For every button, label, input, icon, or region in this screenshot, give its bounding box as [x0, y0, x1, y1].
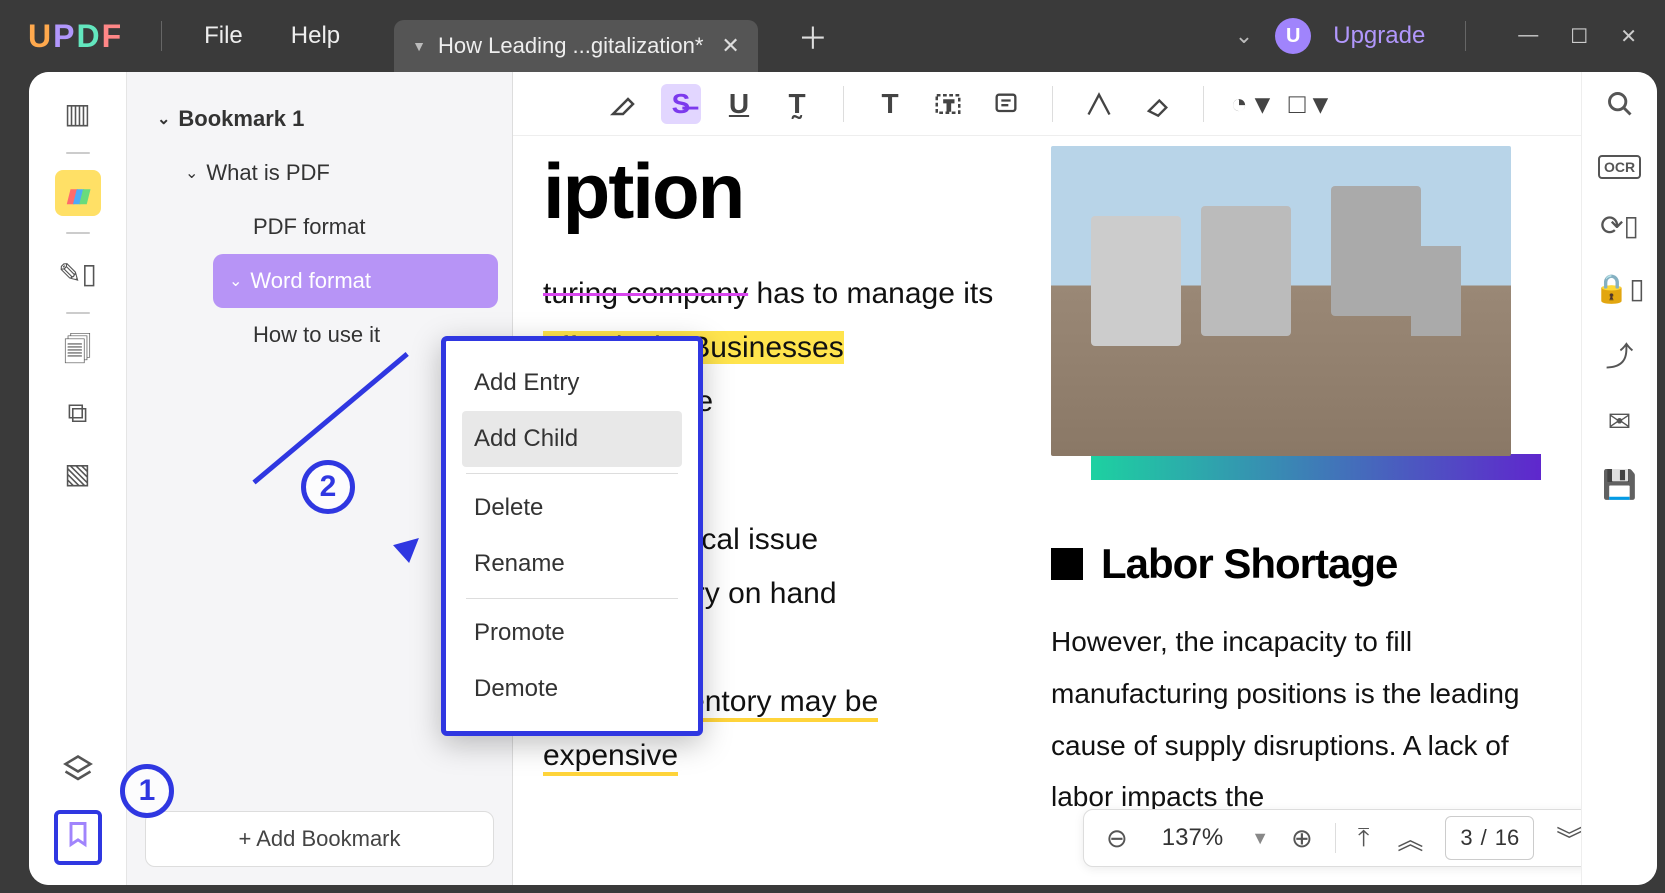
- edit-tool-icon[interactable]: ✎▯: [55, 250, 101, 296]
- divider: [1335, 823, 1336, 853]
- protect-icon[interactable]: 🔒▯: [1594, 272, 1644, 305]
- bullet-icon: [1051, 548, 1083, 580]
- context-menu-add-entry[interactable]: Add Entry: [462, 355, 682, 411]
- textbox-icon[interactable]: T: [928, 84, 968, 124]
- divider: [466, 473, 678, 474]
- document-image: [1051, 146, 1511, 456]
- upgrade-link[interactable]: Upgrade: [1333, 22, 1425, 50]
- prev-page-icon[interactable]: ︽: [1391, 820, 1429, 857]
- right-rail: OCR ⟳▯ 🔒▯ ⤴ ✉ 💾: [1581, 72, 1657, 885]
- squiggly-icon[interactable]: T̰: [777, 84, 817, 124]
- tab-dropdown-icon[interactable]: ▼: [412, 38, 426, 54]
- zoom-in-icon[interactable]: ⊕: [1285, 823, 1319, 854]
- fill-tool-icon[interactable]: ▧: [55, 450, 101, 496]
- divider: [66, 232, 90, 234]
- tab-close-icon[interactable]: ✕: [721, 33, 739, 59]
- context-menu-add-child[interactable]: Add Child: [462, 411, 682, 467]
- divider: [1465, 21, 1466, 51]
- divider: [66, 312, 90, 314]
- eraser-icon[interactable]: [1137, 84, 1177, 124]
- menu-help[interactable]: Help: [267, 22, 364, 50]
- title-bar: UPDF File Help ▼ How Leading ...gitaliza…: [0, 0, 1665, 72]
- context-menu-delete[interactable]: Delete: [462, 480, 682, 536]
- bookmark-icon: [64, 823, 92, 854]
- zoom-out-icon[interactable]: ⊖: [1100, 823, 1134, 854]
- convert-icon[interactable]: ⟳▯: [1600, 209, 1639, 242]
- divider: [466, 598, 678, 599]
- first-page-icon[interactable]: ⤒: [1352, 822, 1376, 854]
- window-minimize-icon[interactable]: —: [1518, 24, 1538, 49]
- next-page-icon[interactable]: ︾: [1550, 820, 1581, 857]
- chevron-down-icon: ⌄: [229, 271, 242, 291]
- pencil-icon[interactable]: [1079, 84, 1119, 124]
- page-input[interactable]: 3 / 16: [1445, 816, 1534, 860]
- svg-text:T: T: [944, 97, 953, 114]
- zoom-value[interactable]: 137%: [1150, 824, 1235, 852]
- zoom-dropdown-icon[interactable]: ▼: [1251, 828, 1269, 849]
- menu-file[interactable]: File: [180, 22, 267, 50]
- divider: [66, 152, 90, 154]
- text-icon[interactable]: T: [870, 84, 910, 124]
- bookmark-context-menu: Add Entry Add Child Delete Rename Promot…: [441, 336, 703, 736]
- chevron-down-icon: ⌄: [185, 163, 198, 183]
- ocr-icon[interactable]: OCR: [1598, 155, 1641, 179]
- divider: [1203, 86, 1204, 122]
- chevron-down-icon: ⌄: [157, 109, 170, 129]
- save-icon[interactable]: 💾: [1602, 468, 1637, 501]
- page-heading: iption: [543, 146, 1021, 237]
- underline-icon[interactable]: U: [719, 84, 759, 124]
- annotation-toolbar: S̶ U T̰ T T ◔ ▾ □ ▾: [513, 72, 1581, 136]
- app-logo: UPDF: [28, 18, 123, 55]
- context-menu-rename[interactable]: Rename: [462, 536, 682, 592]
- paragraph: However, the incapacity to fill manufact…: [1051, 616, 1541, 823]
- highlighter-icon[interactable]: [603, 84, 643, 124]
- crop-tool-icon[interactable]: ⧉: [55, 390, 101, 436]
- app-body: ▥ ✎▯ 🗐 ⧉ ▧ ⌄Bookmark 1 ⌄What is PDF PDF …: [29, 72, 1657, 885]
- bookmark-item[interactable]: ⌄What is PDF: [169, 146, 498, 200]
- divider: [843, 86, 844, 122]
- strikethrough-icon[interactable]: S̶: [661, 84, 701, 124]
- callout-two: 2: [301, 460, 355, 514]
- section-heading: Labor Shortage: [1101, 540, 1397, 588]
- shape-icon[interactable]: □ ▾: [1288, 84, 1328, 124]
- comment-tool-icon[interactable]: [55, 170, 101, 216]
- context-menu-promote[interactable]: Promote: [462, 605, 682, 661]
- image-accent-bar: [1091, 454, 1541, 480]
- bookmark-item-selected[interactable]: ⌄Word format: [213, 254, 498, 308]
- tabs-overflow-icon[interactable]: ⌄: [1235, 23, 1253, 49]
- tab-title: How Leading ...gitalization*: [438, 33, 703, 59]
- email-icon[interactable]: ✉: [1608, 405, 1631, 438]
- divider: [1052, 86, 1053, 122]
- note-icon[interactable]: [986, 84, 1026, 124]
- stamp-icon[interactable]: ◔ ▾: [1230, 84, 1270, 124]
- left-rail: ▥ ✎▯ 🗐 ⧉ ▧: [29, 72, 127, 885]
- document-tab[interactable]: ▼ How Leading ...gitalization* ✕: [394, 20, 758, 72]
- layers-icon[interactable]: [55, 746, 101, 792]
- reader-tool-icon[interactable]: ▥: [55, 90, 101, 136]
- bookmark-item[interactable]: PDF format: [237, 200, 498, 254]
- user-avatar[interactable]: U: [1275, 18, 1311, 54]
- context-menu-demote[interactable]: Demote: [462, 661, 682, 717]
- bookmarks-panel-button[interactable]: [54, 810, 102, 865]
- search-icon[interactable]: [1606, 90, 1634, 125]
- page-nav-bar: ⊖ 137% ▼ ⊕ ⤒ ︽ 3 / 16 ︾ ⤓ ✕: [1083, 809, 1581, 867]
- bookmark-item[interactable]: ⌄Bookmark 1: [141, 92, 498, 146]
- window-close-icon[interactable]: ✕: [1620, 24, 1637, 49]
- callout-one: 1: [120, 764, 174, 818]
- share-icon[interactable]: ⤴: [1605, 335, 1633, 375]
- pages-tool-icon[interactable]: 🗐: [55, 330, 101, 376]
- tab-add-icon[interactable]: ＋: [798, 14, 828, 58]
- add-bookmark-button[interactable]: + Add Bookmark: [145, 811, 494, 867]
- divider: [161, 21, 162, 51]
- window-maximize-icon[interactable]: ☐: [1570, 24, 1588, 49]
